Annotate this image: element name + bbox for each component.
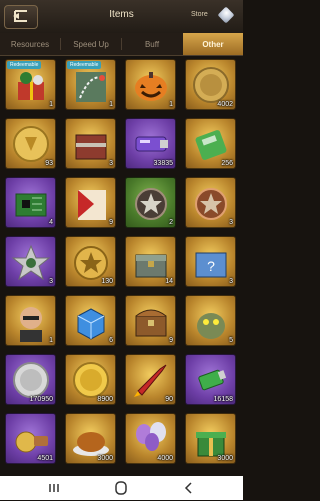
system-nav-bar — [0, 476, 243, 500]
item-count: 90 — [165, 396, 173, 403]
item-tile[interactable]: Redeemable 1 — [5, 59, 56, 110]
home-icon[interactable] — [111, 480, 131, 496]
bronze-star-medal-icon — [190, 182, 233, 225]
item-tile[interactable]: 90 — [125, 354, 176, 405]
item-count: 9 — [109, 219, 113, 226]
item-tile[interactable]: 33835 — [125, 118, 176, 169]
store-button[interactable]: Store — [187, 6, 237, 24]
item-count: 6 — [109, 337, 113, 344]
diamond-icon — [217, 6, 235, 24]
store-label: Store — [191, 11, 208, 18]
item-tile[interactable]: 14 — [125, 236, 176, 287]
item-count: 1 — [169, 101, 173, 108]
back-icon[interactable] — [179, 480, 199, 496]
item-tile[interactable]: 9 — [65, 177, 116, 228]
item-tile[interactable]: 4501 — [5, 413, 56, 464]
item-tile[interactable]: 130 — [65, 236, 116, 287]
item-count: 5 — [229, 337, 233, 344]
item-tile[interactable]: 16158 — [185, 354, 236, 405]
item-tile[interactable]: 3 — [5, 236, 56, 287]
item-count: 4002 — [217, 101, 233, 108]
monster-figure-icon — [190, 300, 233, 343]
item-tile[interactable]: 170950 — [5, 354, 56, 405]
tab-other[interactable]: Other — [183, 33, 243, 55]
recents-icon[interactable] — [44, 480, 64, 496]
blue-cube-icon — [70, 300, 113, 343]
item-count: 8900 — [97, 396, 113, 403]
mystery-box-icon: ? — [190, 241, 233, 284]
supply-crate-icon — [70, 123, 113, 166]
item-count: 256 — [221, 160, 233, 167]
svg-text:?: ? — [207, 258, 215, 274]
item-tile[interactable]: 8900 — [65, 354, 116, 405]
holiday-pack-icon — [10, 64, 53, 107]
treasure-chest-icon — [130, 300, 173, 343]
tab-speed-up[interactable]: Speed Up — [61, 33, 121, 55]
item-tile[interactable]: 9 — [125, 295, 176, 346]
item-tile[interactable]: ? 3 — [185, 236, 236, 287]
tab-resources[interactable]: Resources — [0, 33, 60, 55]
item-tile[interactable]: 1 — [5, 295, 56, 346]
silver-star-badge-icon — [10, 241, 53, 284]
item-tile[interactable]: 256 — [185, 118, 236, 169]
item-count: 1 — [49, 337, 53, 344]
tab-buff[interactable]: Buff — [122, 33, 182, 55]
star-medal-icon — [130, 182, 173, 225]
route-map-icon — [70, 64, 113, 107]
item-count: 3 — [229, 219, 233, 226]
item-tile[interactable]: 3 — [65, 118, 116, 169]
item-count: 130 — [101, 278, 113, 285]
red-manual-icon — [70, 182, 113, 225]
item-tile[interactable]: 2 — [125, 177, 176, 228]
item-count: 170950 — [29, 396, 53, 403]
item-count: 3 — [109, 160, 113, 167]
item-tile[interactable]: 3000 — [65, 413, 116, 464]
green-circuit-board-icon — [10, 182, 53, 225]
item-tile[interactable]: 4 — [5, 177, 56, 228]
commander-avatar-icon — [10, 300, 53, 343]
item-count: 14 — [165, 278, 173, 285]
item-count: 3 — [49, 278, 53, 285]
item-tile[interactable]: Redeemable 1 — [65, 59, 116, 110]
item-count: 4501 — [37, 455, 53, 462]
top-bar: Items Store — [0, 0, 243, 34]
item-count: 3 — [229, 278, 233, 285]
item-tile[interactable]: 4002 — [185, 59, 236, 110]
redeemable-badge: Redeemable — [67, 61, 102, 69]
item-count: 1 — [109, 101, 113, 108]
item-count: 4 — [49, 219, 53, 226]
item-tile[interactable]: 3 — [185, 177, 236, 228]
item-tile[interactable]: 93 — [5, 118, 56, 169]
item-count: 93 — [45, 160, 53, 167]
item-count: 33835 — [153, 160, 173, 167]
redeemable-badge: Redeemable — [7, 61, 42, 69]
item-tile[interactable]: 4000 — [125, 413, 176, 464]
item-count: 1 — [49, 101, 53, 108]
item-count: 3000 — [217, 455, 233, 462]
item-tile[interactable]: 3000 — [185, 413, 236, 464]
category-tabs: Resources Speed Up Buff Other — [0, 33, 243, 56]
item-tile[interactable]: 6 — [65, 295, 116, 346]
item-count: 9 — [169, 337, 173, 344]
item-count: 3000 — [97, 455, 113, 462]
item-count: 4000 — [157, 455, 173, 462]
item-count: 2 — [169, 219, 173, 226]
pumpkin-icon — [130, 64, 173, 107]
items-grid: Redeemable 1 Redeemable 1 1 4002 93 3 33835 256 4 9… — [5, 59, 238, 472]
item-count: 16158 — [213, 396, 233, 403]
item-tile[interactable]: 1 — [125, 59, 176, 110]
item-tile[interactable]: 5 — [185, 295, 236, 346]
